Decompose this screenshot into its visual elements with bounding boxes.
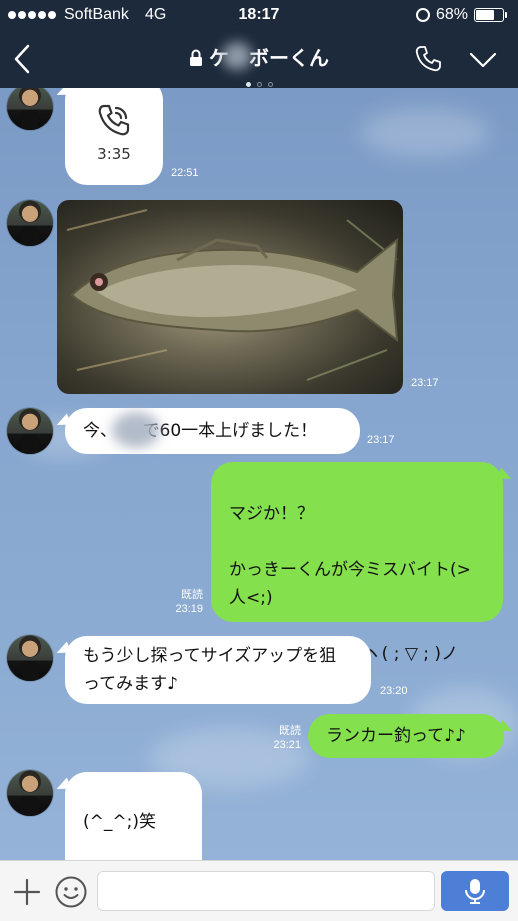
lock-icon	[190, 49, 202, 66]
message-time: 23:17	[411, 377, 439, 389]
message-time: 23:21	[273, 739, 301, 751]
message-time: 23:17	[367, 434, 395, 446]
fish-photo[interactable]	[57, 200, 403, 394]
message-bubble[interactable]: (^_^;)笑 頑張ります!!	[65, 772, 202, 860]
message-bubble[interactable]: マジか！？ かっきーくんが今ミスバイト(>人<;) オレも更にのらずヽ( ; ▽…	[211, 462, 503, 664]
message-bubble[interactable]: 今、 で60一本上げました！	[65, 408, 360, 454]
battery-percent: 68%	[435, 6, 468, 23]
call-bubble[interactable]: 3:35	[65, 88, 163, 185]
read-receipt: 既読	[181, 589, 203, 601]
plus-icon[interactable]	[12, 877, 42, 907]
phone-icon[interactable]	[413, 44, 443, 74]
chat-header: ケ ボーくん	[0, 30, 518, 88]
message-text: (^_^;)笑 頑張ります!!	[83, 812, 156, 832]
avatar[interactable]	[7, 88, 53, 130]
battery-icon	[474, 8, 507, 22]
avatar[interactable]	[7, 635, 53, 681]
chevron-down-icon[interactable]	[468, 50, 498, 70]
emoji-icon[interactable]	[54, 875, 88, 909]
message-time: 22:51	[171, 167, 199, 179]
status-bar: SoftBank 4G 18:17 68%	[0, 0, 518, 30]
read-receipt: 既読	[279, 725, 301, 737]
phone-call-icon	[98, 104, 130, 136]
message-time: 23:19	[175, 603, 203, 615]
message-input[interactable]	[97, 871, 435, 911]
call-duration: 3:35	[97, 145, 131, 163]
message-bubble[interactable]: もう少し探ってサイズアップを狙ってみます♪	[65, 636, 371, 704]
message-text: ランカー釣って♪♪	[326, 726, 466, 746]
voice-message-button[interactable]	[441, 871, 509, 911]
input-bar	[0, 860, 518, 921]
avatar[interactable]	[7, 200, 53, 246]
rotation-lock-icon	[415, 8, 430, 22]
avatar[interactable]	[7, 408, 53, 454]
message-text: もう少し探ってサイズアップを狙ってみます♪	[83, 646, 337, 694]
avatar[interactable]	[7, 770, 53, 816]
message-bubble[interactable]: ランカー釣って♪♪	[308, 714, 504, 758]
message-time: 23:20	[380, 685, 408, 697]
censor-blur	[112, 412, 160, 448]
chat-area[interactable]: 3:35 22:51 23:17 今、 で60一本上げました！ 23:17 既読…	[0, 88, 518, 860]
mic-icon	[465, 879, 485, 904]
